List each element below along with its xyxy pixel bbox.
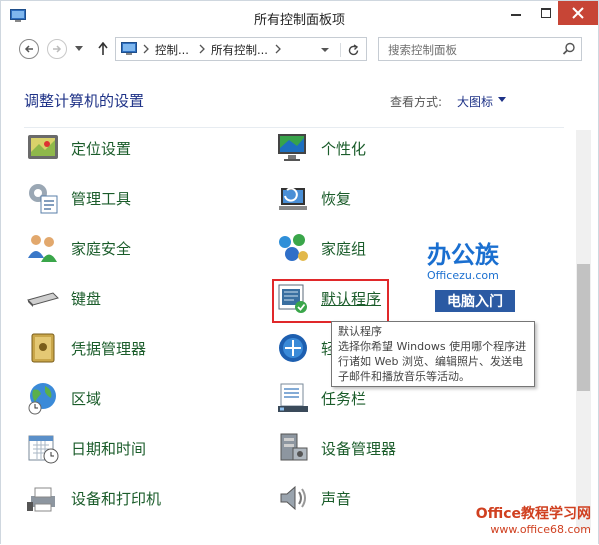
item-label: 区域 [71,389,102,408]
region-globe-icon [28,383,56,415]
item-label: 定位设置 [71,139,132,158]
item-homegroup[interactable]: 家庭组 [275,230,366,266]
page-heading: 调整计算机的设置 [24,92,145,110]
control-panel-window: 所有控制面板项 控制... 所有控制... 搜索控制面板 调整计算机的设置 查看… [0,0,599,545]
item-label: 设备和打印机 [71,489,162,508]
maximize-button[interactable] [531,1,561,25]
content-area: 调整计算机的设置 查看方式: 大图标 定位设置 管理工具 家庭安全 键盘 凭据管… [1,68,598,545]
chevron-right-icon [143,44,149,54]
breadcrumb-all-items[interactable]: 所有控制... [211,42,268,58]
close-icon [572,7,584,19]
watermark-text: Office教程学习网 [475,506,591,522]
search-icon[interactable] [562,42,576,56]
location-settings-icon [28,135,58,159]
breadcrumb-control-panel[interactable]: 控制... [155,42,189,58]
arrow-left-icon [24,45,33,53]
date-time-icon [28,435,59,464]
tooltip-title: 默认程序 [338,325,382,338]
chevron-down-icon[interactable] [498,97,506,103]
item-device-manager[interactable]: 设备管理器 [275,430,396,466]
item-label: 设备管理器 [321,439,397,458]
address-dropdown-icon[interactable] [320,45,330,55]
item-label: 日期和时间 [71,439,147,458]
sound-icon [280,485,306,511]
forward-button[interactable] [47,39,67,59]
personalization-icon [278,134,306,161]
scrollbar-thumb[interactable] [577,264,590,391]
item-label: 声音 [321,489,352,508]
search-box[interactable]: 搜索控制面板 [378,37,582,61]
divider [24,127,564,128]
watermark-subtext: Officezu.com [427,269,499,282]
item-keyboard[interactable]: 键盘 [25,280,101,316]
item-devices-printers[interactable]: 设备和打印机 [25,480,161,516]
item-label: 键盘 [71,289,102,308]
recovery-icon [279,187,307,210]
title-bar: 所有控制面板项 [1,1,598,32]
item-label: 家庭组 [321,239,367,258]
arrow-right-icon [53,45,62,53]
watermark-footer: Office教程学习网 www.office68.com [451,503,591,543]
minimize-icon [511,14,521,16]
maximize-icon [541,8,551,18]
refresh-button[interactable] [340,43,365,57]
device-manager-icon [280,433,308,461]
refresh-icon [348,43,358,55]
item-label: 管理工具 [71,189,132,208]
search-placeholder[interactable]: 搜索控制面板 [388,42,457,58]
item-location-settings[interactable]: 定位设置 [25,130,131,166]
item-credential-manager[interactable]: 凭据管理器 [25,330,146,366]
item-region[interactable]: 区域 [25,380,101,416]
credential-manager-icon [31,333,55,363]
item-admin-tools[interactable]: 管理工具 [25,180,131,216]
item-ease-of-access[interactable]: 轻 [275,330,336,366]
item-sound[interactable]: 声音 [275,480,351,516]
item-label: 凭据管理器 [71,339,147,358]
homegroup-icon [279,234,308,261]
devices-printers-icon [27,487,55,512]
watermark-url: www.office68.com [490,523,591,536]
close-button[interactable] [558,1,598,25]
highlight-box [272,279,389,323]
view-by-label: 查看方式: [390,95,443,109]
address-bar[interactable]: 控制... 所有控制... [115,37,367,61]
chevron-down-icon [75,46,83,51]
up-button[interactable] [96,40,110,58]
item-date-time[interactable]: 日期和时间 [25,430,146,466]
view-by-dropdown[interactable]: 大图标 [457,93,493,110]
arrow-up-icon [98,42,108,55]
admin-tools-icon [29,184,58,214]
item-label: 任务栏 [321,389,367,408]
taskbar-icon [278,383,308,412]
item-label: 个性化 [321,139,367,158]
recent-locations-button[interactable] [73,42,85,56]
chevron-right-icon [199,44,205,54]
item-label: 家庭安全 [71,239,132,258]
family-safety-icon [28,235,57,262]
item-family-safety[interactable]: 家庭安全 [25,230,131,266]
vertical-scrollbar[interactable] [576,130,591,530]
watermark-banner: 电脑入门 [435,290,515,312]
tooltip-body: 选择你希望 Windows 使用哪个程序进行诸如 Web 浏览、编辑照片、发送电… [338,340,527,383]
navigation-bar: 控制... 所有控制... 搜索控制面板 [1,32,598,68]
back-button[interactable] [19,39,39,59]
minimize-button[interactable] [501,1,531,25]
chevron-right-icon [275,44,281,54]
control-panel-icon [121,42,137,55]
watermark-text: 办公族 [427,241,499,269]
item-personalization[interactable]: 个性化 [275,130,366,166]
item-label: 恢复 [321,189,352,208]
ease-of-access-icon [279,334,307,362]
item-recovery[interactable]: 恢复 [275,180,351,216]
keyboard-icon [27,292,59,307]
tooltip: 默认程序 选择你希望 Windows 使用哪个程序进行诸如 Web 浏览、编辑照… [331,321,535,387]
